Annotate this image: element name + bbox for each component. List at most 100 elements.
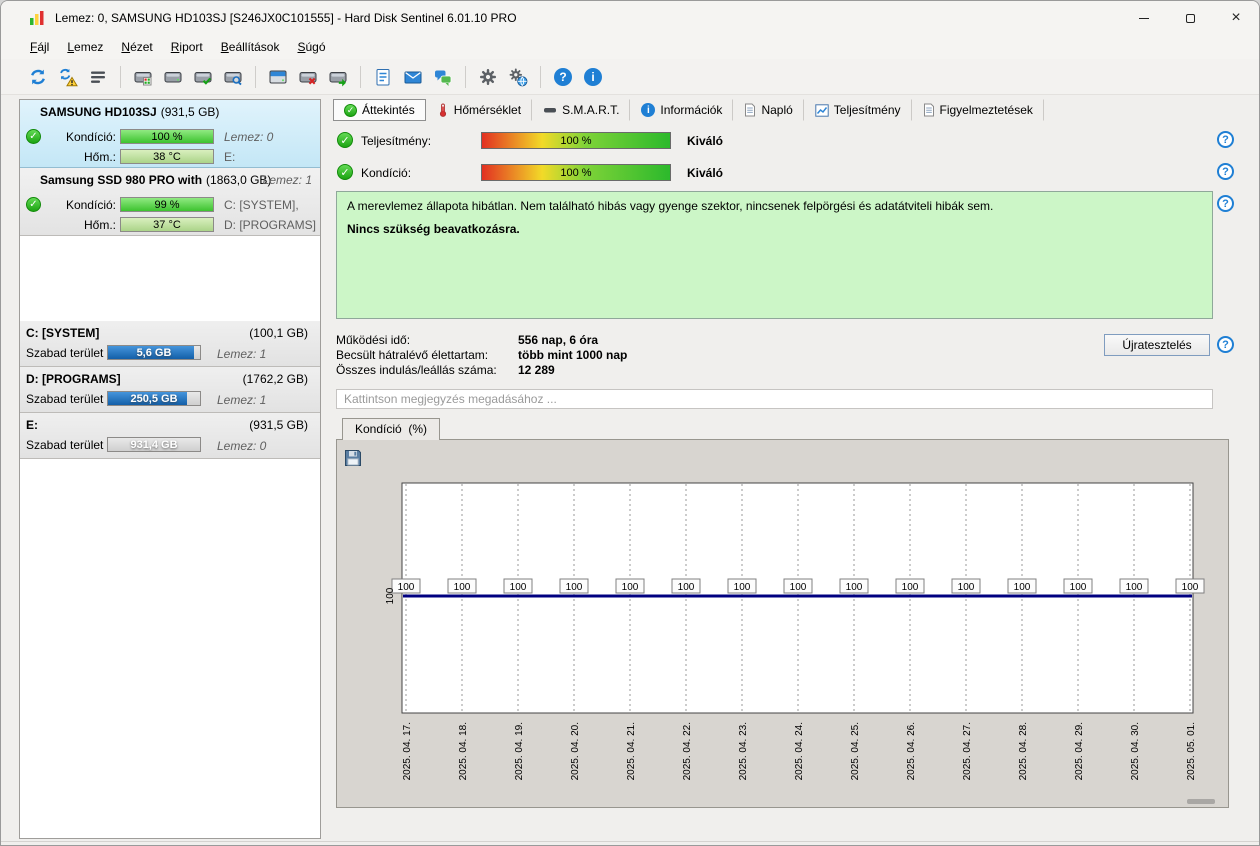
condition-value: 99 % (154, 198, 180, 211)
disk-eject-button[interactable] (263, 63, 293, 91)
gear-globe-icon (509, 68, 528, 86)
comment-input[interactable] (336, 389, 1213, 409)
temperature-value: 37 °C (153, 218, 181, 231)
partition-name: C: [SYSTEM] (26, 326, 100, 340)
svg-text:2025. 04. 17.: 2025. 04. 17. (402, 722, 413, 780)
disk-accept-button[interactable] (188, 63, 218, 91)
document-icon (745, 103, 756, 117)
partition-item-e[interactable]: E: (931,5 GB) Szabad terület 931,4 GB Le… (20, 413, 320, 459)
svg-text:2025. 05. 01.: 2025. 05. 01. (1186, 722, 1197, 780)
partition-size: (931,5 GB) (249, 418, 308, 432)
main-tabs: ✓ Áttekintés Hőmérséklet S.M.A.R.T. i Info… (333, 99, 1044, 121)
disk-remove-icon (299, 71, 317, 84)
free-space-value: 5,6 GB (136, 346, 172, 359)
floppy-icon (345, 450, 361, 466)
toolbar: ? i (1, 59, 1259, 95)
help-icon[interactable]: ? (1217, 163, 1234, 180)
tab-informaciok[interactable]: i Információk (630, 99, 734, 121)
free-space-label: Szabad terület (26, 438, 104, 452)
help-icon[interactable]: ? (1217, 131, 1234, 148)
tab-homerseklet[interactable]: Hőmérséklet (426, 99, 533, 121)
mail-icon (404, 71, 422, 83)
chart-icon (815, 103, 829, 117)
messages-button[interactable] (428, 63, 458, 91)
svg-text:100: 100 (1126, 582, 1143, 593)
settings-button[interactable] (473, 63, 503, 91)
help-icon[interactable]: ? (1217, 336, 1234, 353)
drive-letters: C: [SYSTEM], (224, 198, 299, 212)
maximize-button[interactable] (1167, 1, 1213, 35)
disk-item-1[interactable]: Samsung SSD 980 PRO with (1863,0 GB) Leme… (20, 168, 320, 236)
condition-history-chart: 100 100 100 100 100 100 100 100 100 100 100 100 100 1… (385, 482, 1205, 780)
disk-size: (931,5 GB) (160, 105, 220, 119)
menu-riport[interactable]: Riport (162, 37, 212, 57)
retest-button[interactable]: Újratesztelés (1104, 334, 1210, 356)
menu-sugo[interactable]: Súgó (288, 37, 334, 57)
disk-connect-button[interactable] (323, 63, 353, 91)
menu-beallitasok[interactable]: Beállítások (212, 37, 289, 57)
close-button[interactable]: × (1213, 1, 1259, 35)
condition-ok-icon: ✓ (337, 164, 353, 180)
tab-figyelmeztetesek[interactable]: Figyelmeztetések (912, 99, 1044, 121)
tab-attekintes[interactable]: ✓ Áttekintés (333, 99, 426, 121)
health-status-action: Nincs szükség beavatkozásra. (347, 222, 520, 236)
report-temperature-button[interactable] (368, 63, 398, 91)
refresh-warning-button[interactable] (53, 63, 83, 91)
app-icon (29, 10, 45, 26)
svg-text:2025. 04. 24.: 2025. 04. 24. (794, 722, 805, 780)
condition-value: 100 % (151, 130, 183, 143)
disk-name: Samsung SSD 980 PRO with (40, 173, 203, 187)
svg-text:100: 100 (678, 582, 695, 593)
minimize-button[interactable] (1121, 1, 1167, 35)
menu-nezet[interactable]: Nézet (112, 37, 161, 57)
partition-item-d[interactable]: D: [PROGRAMS] (1762,2 GB) Szabad terület… (20, 367, 320, 413)
send-mail-button[interactable] (398, 63, 428, 91)
disk-number-tag: Lemez: 0 (224, 130, 274, 144)
svg-text:100: 100 (734, 582, 751, 593)
svg-text:2025. 04. 23.: 2025. 04. 23. (738, 722, 749, 780)
info-icon: i (584, 67, 602, 86)
disk-test-button[interactable] (128, 63, 158, 91)
free-space-value: 250,5 GB (130, 392, 178, 405)
tab-naplo[interactable]: Napló (733, 99, 804, 121)
health-ok-icon: ✓ (26, 197, 41, 212)
main-panel: ✓ Áttekintés Hőmérséklet S.M.A.R.T. i Info… (333, 99, 1247, 839)
window-controls: × (1121, 1, 1259, 35)
help-icon[interactable]: ? (1217, 195, 1234, 212)
disk-remove-button[interactable] (293, 63, 323, 91)
online-settings-button[interactable] (503, 63, 533, 91)
svg-text:100: 100 (566, 582, 583, 593)
refresh-button[interactable] (23, 63, 53, 91)
chat-bubbles-icon (435, 70, 452, 86)
toolbar-separator (255, 65, 256, 88)
tab-smart[interactable]: S.M.A.R.T. (532, 99, 631, 121)
graph-scrollbar-thumb[interactable] (1187, 799, 1215, 804)
menu-fajl[interactable]: Fájl (21, 37, 58, 57)
help-button[interactable]: ? (548, 63, 578, 91)
disk-search-button[interactable] (218, 63, 248, 91)
menu-lemez[interactable]: Lemez (58, 37, 112, 57)
temperature-label: Hőm.: (83, 218, 116, 232)
tab-teljesitmeny[interactable]: Teljesítmény (804, 99, 912, 121)
partition-name: D: [PROGRAMS] (26, 372, 121, 386)
svg-text:100: 100 (622, 582, 639, 593)
disk-item-0[interactable]: SAMSUNG HD103SJ (931,5 GB) ✓ Kondíció: 10… (20, 100, 320, 168)
disk-number-tag: Lemez: 1 (262, 173, 312, 187)
disk-detect-button[interactable] (83, 63, 113, 91)
disk-button[interactable] (158, 63, 188, 91)
graph-tab-kondicio[interactable]: Kondíció (%) (342, 418, 441, 440)
refresh-icon (31, 69, 45, 84)
drive-letters: D: [PROGRAMS] (224, 218, 317, 232)
disk-sidebar: SAMSUNG HD103SJ (931,5 GB) ✓ Kondíció: 10… (19, 99, 321, 839)
document-icon (923, 103, 934, 117)
svg-text:100: 100 (1182, 582, 1199, 593)
svg-text:2025. 04. 20.: 2025. 04. 20. (570, 722, 581, 780)
statusbar: Állapot meghatározva: 2025. 05. 01. 0:00… (1, 841, 1259, 845)
save-graph-button[interactable] (343, 448, 363, 468)
performance-bar: 100 % (481, 132, 671, 149)
svg-text:100: 100 (510, 582, 527, 593)
start-stop-label: Összes indulás/leállás száma: (336, 363, 497, 377)
partition-item-c[interactable]: C: [SYSTEM] (100,1 GB) Szabad terület 5,… (20, 321, 320, 367)
information-button[interactable]: i (578, 63, 608, 91)
temperature-bar: 38 °C (120, 149, 214, 164)
